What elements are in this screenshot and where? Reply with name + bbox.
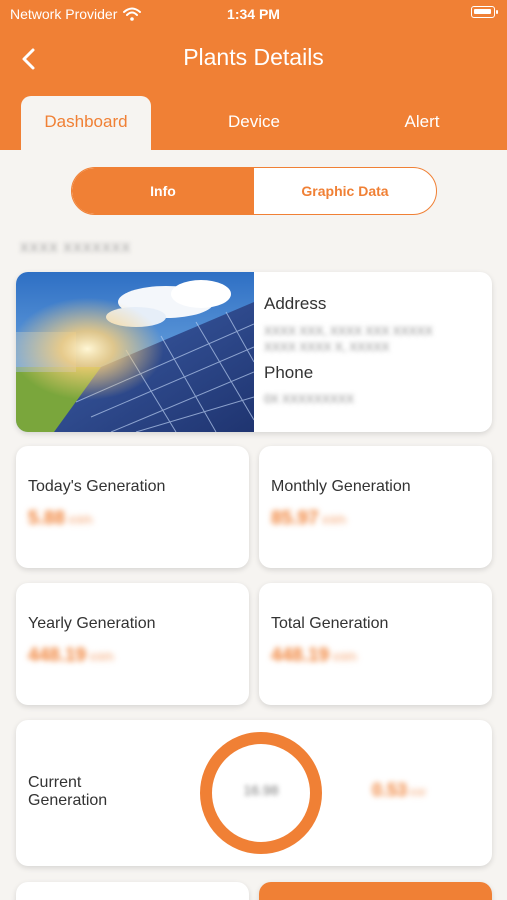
current-generation-ring: 16.98 (200, 732, 322, 854)
status-bar: Network Provider 1:34 PM (0, 0, 507, 28)
address-label: Address (264, 294, 327, 313)
info-segment-button[interactable]: Info (72, 168, 254, 214)
yearly-generation-title: Yearly Generation (28, 615, 156, 632)
status-time: 1:34 PM (227, 6, 280, 22)
info-graphic-segment: Info Graphic Data (71, 167, 437, 215)
bottom-card-left (16, 882, 249, 900)
current-generation-card: Current Generation 16.98 0.53 kW (16, 720, 492, 866)
monthly-generation-card: Monthly Generation 85.97 kWh (259, 446, 492, 568)
tab-device[interactable]: Device (189, 96, 319, 150)
phone-label: Phone (264, 363, 314, 382)
graphic-data-segment-button[interactable]: Graphic Data (254, 168, 436, 214)
monthly-generation-value: 85.97 kWh (271, 508, 347, 529)
today-generation-title: Today's Generation (28, 478, 166, 495)
current-generation-title: Current Generation (28, 774, 108, 809)
current-generation-ring-value: 16.98 (243, 782, 279, 798)
monthly-generation-title: Monthly Generation (271, 478, 411, 495)
tab-alert[interactable]: Alert (357, 96, 487, 150)
yearly-generation-card: Yearly Generation 448.19 kWh (16, 583, 249, 705)
page-title: Plants Details (183, 44, 324, 70)
battery-icon (471, 6, 498, 18)
plant-info-card: Address XXXX XXX, XXXX XXX XXXXX XXXX XX… (16, 272, 492, 432)
address-line-1: XXXX XXX, XXXX XXX XXXXX (264, 324, 433, 338)
today-generation-card: Today's Generation 5.88 kWh (16, 446, 249, 568)
total-generation-card: Total Generation 448.19 kWh (259, 583, 492, 705)
today-generation-value: 5.88 kWh (28, 508, 93, 529)
total-generation-value: 448.19 kWh (271, 645, 358, 666)
bottom-card-right (259, 882, 492, 900)
phone-value: 0X XXXXXXXXX (264, 392, 355, 406)
current-generation-value: 0.53 kW (372, 780, 426, 800)
solar-panel-photo (16, 272, 254, 432)
yearly-generation-value: 448.19 kWh (28, 645, 115, 666)
address-line-2: XXXX XXXX X, XXXXX (264, 340, 390, 354)
header-bar: Network Provider 1:34 PM Plants Details … (0, 0, 507, 150)
tab-dashboard[interactable]: Dashboard (21, 96, 151, 150)
total-generation-title: Total Generation (271, 615, 389, 632)
plant-name: XXXX XXXXXXX (20, 240, 131, 255)
